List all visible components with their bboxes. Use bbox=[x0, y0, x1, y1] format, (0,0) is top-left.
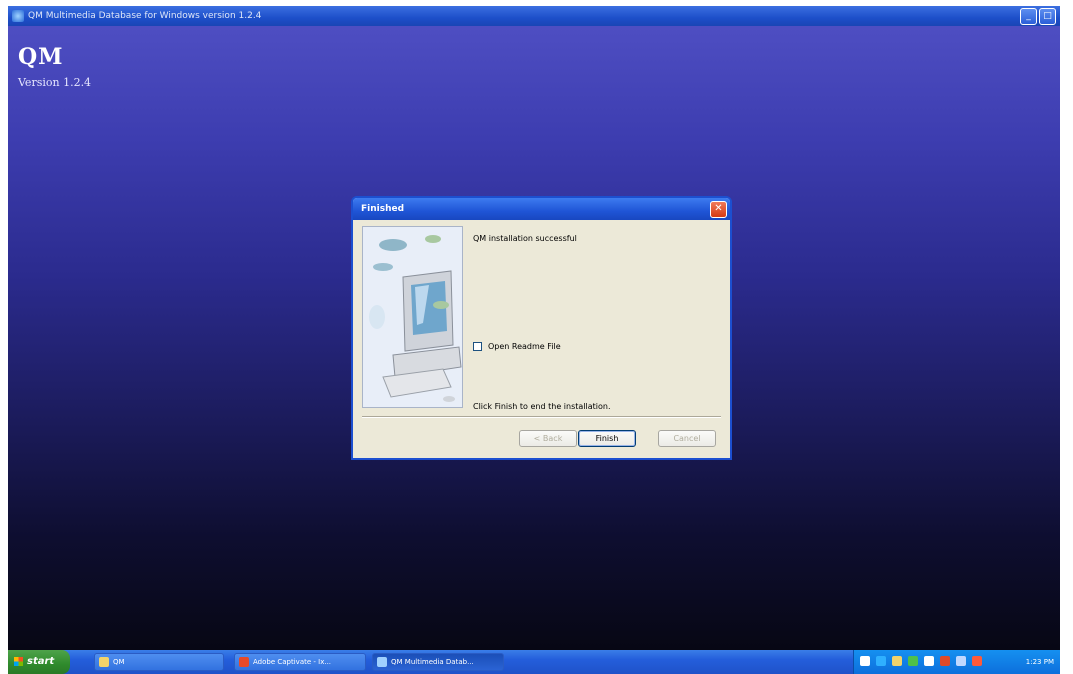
installer-illustration bbox=[362, 226, 463, 408]
display-icon[interactable] bbox=[956, 656, 966, 666]
taskbar-item-qm[interactable]: QM bbox=[94, 653, 224, 671]
maximize-icon[interactable]: □ bbox=[1039, 8, 1056, 25]
taskbar: start QM Adobe Captivate - Ix... QM Mult… bbox=[8, 650, 1060, 674]
network-icon[interactable] bbox=[860, 656, 870, 666]
dialog-title: Finished bbox=[361, 204, 405, 214]
captivate-icon bbox=[239, 657, 249, 667]
minimize-icon[interactable]: _ bbox=[1020, 8, 1037, 25]
security-icon[interactable] bbox=[892, 656, 902, 666]
installer-icon bbox=[377, 657, 387, 667]
update-icon[interactable] bbox=[908, 656, 918, 666]
volume-icon[interactable] bbox=[924, 656, 934, 666]
clock[interactable]: 1:23 PM bbox=[1026, 650, 1054, 674]
start-label: start bbox=[27, 656, 55, 667]
cancel-button[interactable]: Cancel bbox=[658, 430, 716, 447]
finished-dialog: Finished ✕ QM installation successful Op… bbox=[351, 196, 732, 460]
screen: QM Multimedia Database for Windows versi… bbox=[8, 6, 1060, 674]
taskbar-item-label: Adobe Captivate - Ix... bbox=[253, 658, 332, 666]
dialog-separator bbox=[362, 416, 721, 418]
taskbar-item-installer[interactable]: QM Multimedia Datab... bbox=[372, 653, 504, 671]
readme-option: Open Readme File bbox=[473, 342, 561, 351]
bluetooth-icon[interactable] bbox=[876, 656, 886, 666]
taskbar-item-label: QM bbox=[113, 658, 125, 666]
brand-title: QM bbox=[18, 44, 64, 70]
window-titlebar[interactable]: QM Multimedia Database for Windows versi… bbox=[8, 6, 1060, 26]
back-button[interactable]: < Back bbox=[519, 430, 577, 447]
computer-illustration-icon bbox=[363, 227, 462, 407]
installation-message: QM installation successful bbox=[473, 234, 577, 243]
brand-version: Version 1.2.4 bbox=[18, 76, 92, 89]
folder-icon bbox=[99, 657, 109, 667]
app-background: QM Version 1.2.4 Finished ✕ QM installat… bbox=[8, 26, 1060, 650]
app-icon bbox=[12, 10, 24, 22]
taskbar-item-label: QM Multimedia Datab... bbox=[391, 658, 474, 666]
alert-icon[interactable] bbox=[972, 656, 982, 666]
window-controls: _ □ bbox=[1020, 8, 1056, 25]
window-title: QM Multimedia Database for Windows versi… bbox=[28, 11, 262, 21]
taskbar-item-captivate[interactable]: Adobe Captivate - Ix... bbox=[234, 653, 366, 671]
system-tray: 1:23 PM bbox=[853, 650, 1060, 674]
windows-logo-icon bbox=[14, 656, 23, 666]
finish-button[interactable]: Finish bbox=[578, 430, 636, 447]
close-icon[interactable]: ✕ bbox=[710, 201, 727, 218]
open-readme-label[interactable]: Open Readme File bbox=[488, 342, 561, 351]
dialog-titlebar[interactable]: Finished ✕ bbox=[353, 198, 730, 220]
finish-instruction: Click Finish to end the installation. bbox=[473, 402, 611, 411]
open-readme-checkbox[interactable] bbox=[473, 342, 482, 351]
antivirus-icon[interactable] bbox=[940, 656, 950, 666]
start-button[interactable]: start bbox=[8, 650, 70, 674]
